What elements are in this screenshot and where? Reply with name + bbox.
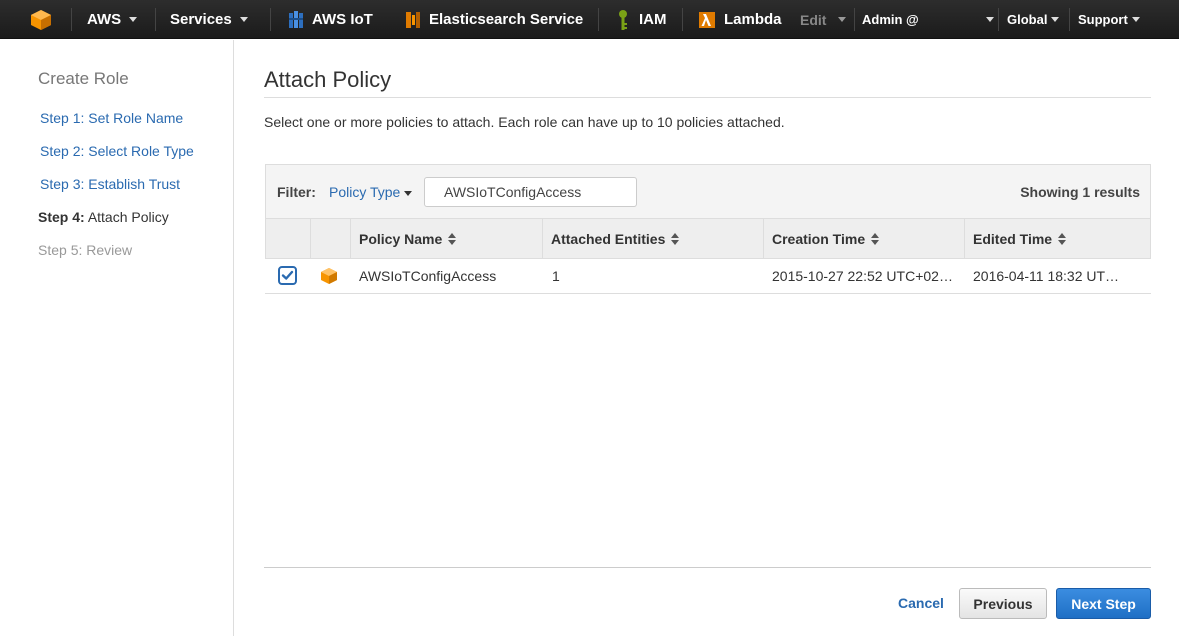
shortcut-label: Lambda <box>724 11 782 28</box>
step-set-role-name-link[interactable]: Step 1: Set Role Name <box>40 110 183 126</box>
row-checkbox[interactable] <box>278 266 297 285</box>
step-attach-policy-current: Step 4: Attach Policy <box>38 209 169 225</box>
account-label: Admin @ <box>862 12 919 27</box>
filter-bar: Filter: Policy Type Showing 1 results <box>265 164 1151 219</box>
shortcut-aws-iot[interactable]: AWS IoT <box>288 0 373 39</box>
creation-time-cell: 2015-10-27 22:52 UTC+02… <box>772 268 953 284</box>
chevron-down-icon <box>986 17 994 22</box>
results-count: Showing 1 results <box>1020 184 1140 200</box>
iam-icon <box>619 9 627 30</box>
edited-time-cell: 2016-04-11 18:32 UT… <box>973 268 1120 284</box>
policy-search-input[interactable] <box>424 177 637 207</box>
step-select-role-type-link[interactable]: Step 2: Select Role Type <box>40 143 194 159</box>
sort-icon <box>448 232 457 245</box>
aws-menu-label: AWS <box>87 11 122 28</box>
nav-separator <box>682 8 683 31</box>
step-review-disabled: Step 5: Review <box>38 242 133 258</box>
shortcut-label: IAM <box>639 11 667 28</box>
aws-menu[interactable]: AWS <box>87 0 138 39</box>
table-row[interactable]: AWSIoTConfigAccess 1 2015-10-27 22:52 UT… <box>265 259 1151 294</box>
nav-separator <box>155 8 156 31</box>
column-header-creation-time[interactable]: Creation Time <box>763 219 964 258</box>
lambda-icon <box>699 11 715 28</box>
shortcut-label: AWS IoT <box>312 11 373 28</box>
chevron-down-icon <box>239 17 248 22</box>
previous-button[interactable]: Previous <box>959 588 1047 619</box>
step-prefix: Step 4: <box>38 209 85 225</box>
column-header-attached-entities[interactable]: Attached Entities <box>542 219 763 258</box>
policy-name-cell[interactable]: AWSIoTConfigAccess <box>359 268 496 284</box>
nav-separator <box>1069 8 1070 31</box>
nav-separator <box>71 8 72 31</box>
step-label: Attach Policy <box>87 209 169 225</box>
edit-shortcuts-label: Edit <box>800 11 827 28</box>
elasticsearch-icon <box>406 11 420 28</box>
support-menu[interactable]: Support <box>1078 0 1140 39</box>
sort-icon <box>671 232 680 245</box>
region-label: Global <box>1007 12 1048 27</box>
region-menu[interactable]: Global <box>1007 0 1060 39</box>
chevron-down-icon <box>838 17 847 22</box>
nav-separator <box>854 8 855 31</box>
step-establish-trust-link[interactable]: Step 3: Establish Trust <box>40 176 180 192</box>
column-header-label: Edited Time <box>973 230 1053 247</box>
shortcut-lambda[interactable]: Lambda <box>698 0 782 39</box>
aws-cube-icon[interactable] <box>30 0 52 39</box>
nav-separator <box>998 8 999 31</box>
policy-type-label: Policy Type <box>329 184 401 200</box>
account-menu[interactable]: Admin @ <box>862 0 996 39</box>
column-header-edited-time[interactable]: Edited Time <box>964 219 1150 258</box>
nav-separator <box>270 8 271 31</box>
sort-icon <box>1058 232 1067 245</box>
shortcut-label: Elasticsearch Service <box>429 11 584 28</box>
services-menu[interactable]: Services <box>170 0 248 39</box>
policy-cube-icon <box>321 268 337 284</box>
column-header-label: Attached Entities <box>551 230 666 247</box>
divider <box>264 97 1151 98</box>
filter-label: Filter: <box>277 184 316 200</box>
wizard-title: Create Role <box>38 69 129 88</box>
chevron-down-icon <box>1131 17 1140 22</box>
page-title: Attach Policy <box>264 67 392 92</box>
support-label: Support <box>1078 12 1128 27</box>
policy-type-dropdown[interactable]: Policy Type <box>329 184 413 200</box>
aws-iot-icon <box>289 10 303 28</box>
sort-icon <box>871 232 880 245</box>
edit-shortcuts-menu[interactable]: Edit <box>800 0 847 39</box>
column-header-policy-name[interactable]: Policy Name <box>350 219 542 258</box>
nav-separator <box>598 8 599 31</box>
top-navigation-bar: AWS Services AWS IoT Elasticsearch Servi… <box>0 0 1179 39</box>
page-description: Select one or more policies to attach. E… <box>264 114 785 130</box>
column-header-label: Policy Name <box>359 230 443 247</box>
divider <box>264 567 1151 568</box>
shortcut-iam[interactable]: IAM <box>617 0 667 39</box>
table-header: Policy Name Attached Entities Creation T… <box>265 219 1151 259</box>
shortcut-elasticsearch[interactable]: Elasticsearch Service <box>405 0 583 39</box>
checkmark-icon <box>281 270 294 280</box>
select-column-header <box>266 219 310 258</box>
attached-entities-cell: 1 <box>552 268 560 284</box>
chevron-down-icon <box>129 17 138 22</box>
wizard-sidebar: Create Role Step 1: Set Role Name Step 2… <box>0 40 234 636</box>
services-menu-label: Services <box>170 11 232 28</box>
chevron-down-icon <box>404 190 413 196</box>
next-step-button[interactable]: Next Step <box>1056 588 1151 619</box>
icon-column-header <box>310 219 350 258</box>
cancel-link[interactable]: Cancel <box>898 595 944 611</box>
chevron-down-icon <box>1051 17 1060 22</box>
column-header-label: Creation Time <box>772 230 866 247</box>
